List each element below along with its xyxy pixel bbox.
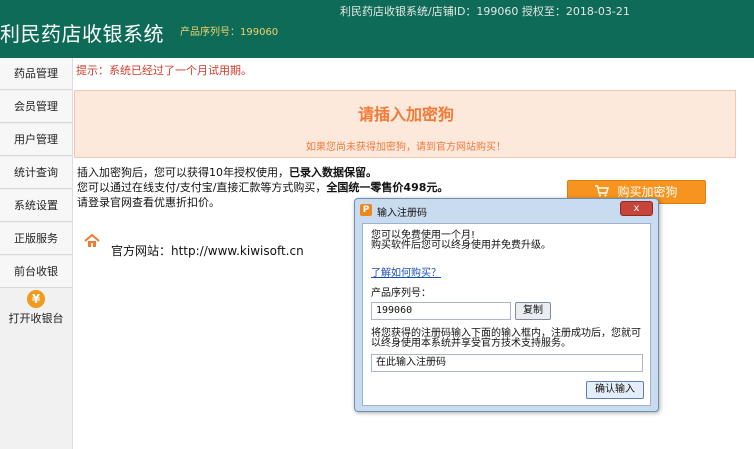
sidebar-item-license[interactable]: 正版服务	[0, 223, 72, 255]
close-icon: x	[633, 203, 640, 214]
store-info: 利民药店收银系统/店铺ID：199060 授权至：2018-03-21	[340, 5, 630, 18]
sidebar: 药品管理 会员管理 用户管理 统计查询 系统设置 正版服务 前台收银 ¥ 打开收…	[0, 58, 73, 449]
sidebar-item-users[interactable]: 用户管理	[0, 124, 72, 156]
app-icon: P	[360, 204, 372, 216]
how-to-buy-link[interactable]: 了解如何购买？	[371, 264, 441, 279]
serial-number-field[interactable]: 199060	[371, 302, 511, 320]
close-button[interactable]: x	[620, 201, 653, 216]
info-line-2-text: 您可以通过在线支付/支付宝/直接汇款等方式购买，	[77, 181, 327, 194]
info-line-1-text: 插入加密狗后，您可以获得10年授权使用，	[77, 166, 289, 179]
app-header: 利民药店收银系统 产品序列号：199060 利民药店收银系统/店铺ID：1990…	[0, 0, 754, 58]
lifetime-use-text: 购买软件后您可以终身使用并免费升级。	[371, 240, 551, 251]
info-line-3: 请登录官网查看优惠折扣价。	[77, 196, 220, 209]
info-line-2: 您可以通过在线支付/支付宝/直接汇款等方式购买，全国统一零售价498元。	[77, 179, 448, 195]
copy-button[interactable]: 复制	[515, 302, 551, 320]
registration-code-input[interactable]: 在此输入注册码	[371, 354, 643, 372]
dialog-body: 您可以免费使用一个月! 购买软件后您可以终身使用并免费升级。 了解如何购买？ 产…	[362, 223, 651, 406]
yen-icon: ¥	[27, 290, 45, 308]
app-title: 利民药店收银系统	[0, 22, 164, 46]
home-icon	[84, 233, 100, 248]
dongle-title: 请插入加密狗	[357, 105, 454, 124]
open-checkout-button[interactable]: ¥ 打开收银台	[0, 290, 72, 326]
sidebar-item-statistics[interactable]: 统计查询	[0, 157, 72, 189]
sidebar-item-frontdesk[interactable]: 前台收银	[0, 256, 72, 288]
sidebar-item-members[interactable]: 会员管理	[0, 91, 72, 123]
buy-dongle-label: 购买加密狗	[617, 185, 678, 199]
info-line-2-bold: 全国统一零售价498元。	[326, 181, 449, 194]
trial-expired-notice: 提示：系统已经过了一个月试用期。	[76, 64, 252, 77]
dialog-title: 输入注册码	[377, 208, 427, 219]
confirm-button[interactable]: 确认输入	[586, 381, 644, 399]
dialog-titlebar[interactable]: P 输入注册码 x	[355, 199, 658, 221]
official-website-link[interactable]: 官方网站：http://www.kiwisoft.cn	[111, 242, 304, 259]
instruction-text-2: 以终身使用本系统并享受官方技术支持服务。	[371, 338, 571, 349]
serial-number-field-label: 产品序列号：	[371, 288, 431, 299]
register-dialog: P 输入注册码 x 您可以免费使用一个月! 购买软件后您可以终身使用并免费升级。…	[354, 198, 659, 412]
sidebar-item-drugs[interactable]: 药品管理	[0, 58, 72, 90]
info-line-1: 插入加密狗后，您可以获得10年授权使用，已录入数据保留。	[77, 164, 377, 180]
dongle-subtitle: 如果您尚未获得加密狗，请到官方网站购买！	[306, 142, 506, 153]
open-checkout-label: 打开收银台	[8, 312, 64, 325]
serial-number-label: 产品序列号：199060	[180, 27, 279, 38]
info-line-1-bold: 已录入数据保留。	[289, 166, 377, 179]
sidebar-item-settings[interactable]: 系统设置	[0, 190, 72, 222]
dongle-panel: 请插入加密狗 如果您尚未获得加密狗，请到官方网站购买！	[74, 90, 736, 158]
